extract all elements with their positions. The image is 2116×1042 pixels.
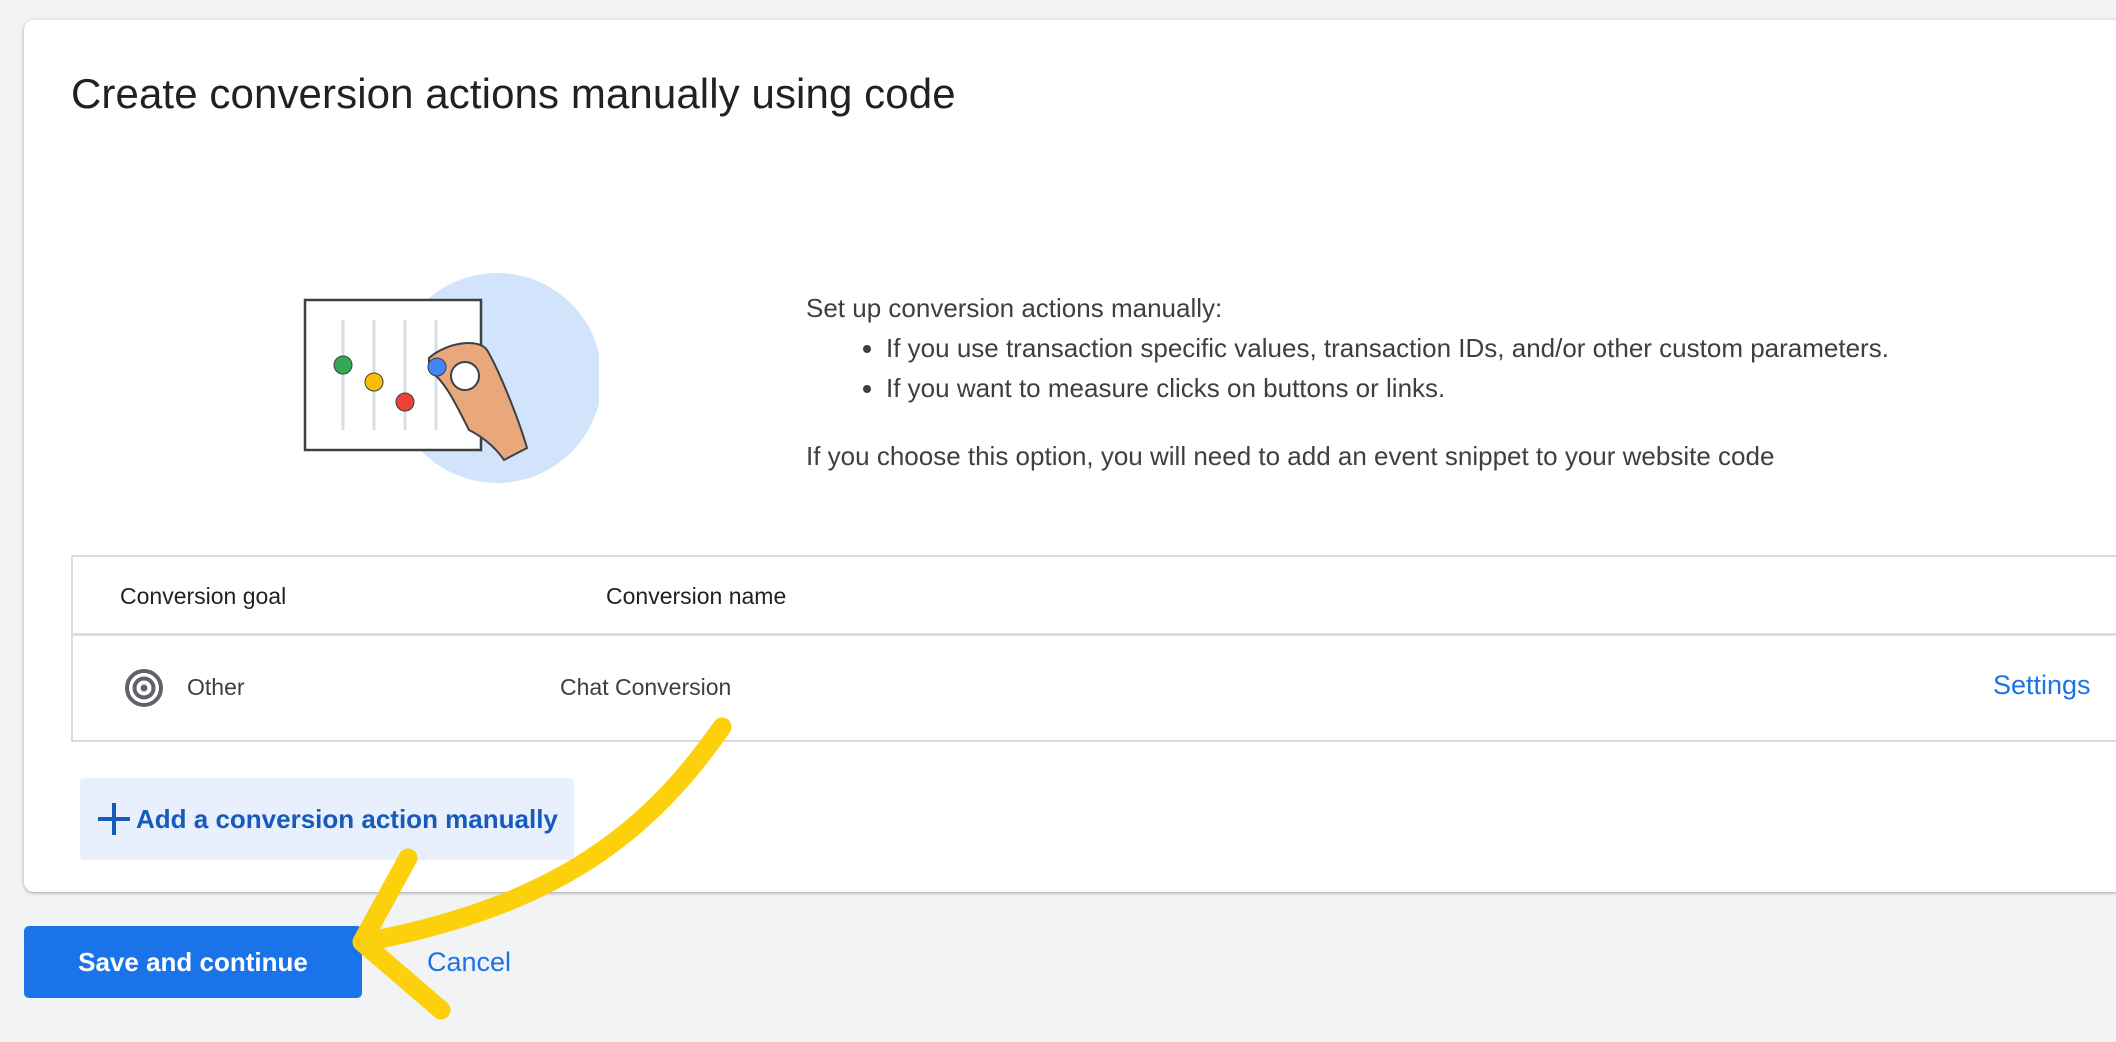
- slider-dot-blue: [427, 357, 447, 377]
- slider-dot-yellow: [364, 372, 384, 392]
- target-icon: [125, 669, 163, 707]
- sliders-illustration-icon: [303, 273, 599, 483]
- save-and-continue-button[interactable]: Save and continue: [24, 926, 362, 998]
- description-list: If you use transaction specific values, …: [806, 328, 1889, 408]
- table-row: Other Chat Conversion Settings: [73, 636, 2116, 740]
- page-title: Create conversion actions manually using…: [71, 70, 956, 117]
- slider-dot-red: [395, 392, 415, 412]
- column-header-goal: Conversion goal: [120, 583, 287, 609]
- add-conversion-action-label: Add a conversion action manually: [136, 803, 558, 834]
- cancel-button[interactable]: Cancel: [405, 926, 533, 998]
- description-note: If you choose this option, you will need…: [806, 441, 1775, 471]
- column-header-name: Conversion name: [606, 583, 787, 609]
- slider-dot-green: [333, 355, 353, 375]
- description-bullet: If you use transaction specific values, …: [886, 328, 1889, 368]
- description-bullet: If you want to measure clicks on buttons…: [886, 368, 1889, 408]
- conversion-name-value: Chat Conversion: [560, 674, 732, 700]
- description-block: Set up conversion actions manually: If y…: [806, 288, 1889, 476]
- settings-link[interactable]: Settings: [1993, 670, 2091, 701]
- add-conversion-action-button[interactable]: Add a conversion action manually: [80, 778, 574, 860]
- conversion-card: Create conversion actions manually using…: [24, 20, 2116, 892]
- conversion-table: Conversion goal Conversion name Other Ch…: [71, 555, 2116, 742]
- table-header: Conversion goal Conversion name: [73, 557, 2116, 636]
- conversion-goal-value: Other: [187, 674, 245, 700]
- plus-icon: [98, 803, 130, 835]
- description-intro: Set up conversion actions manually:: [806, 293, 1223, 323]
